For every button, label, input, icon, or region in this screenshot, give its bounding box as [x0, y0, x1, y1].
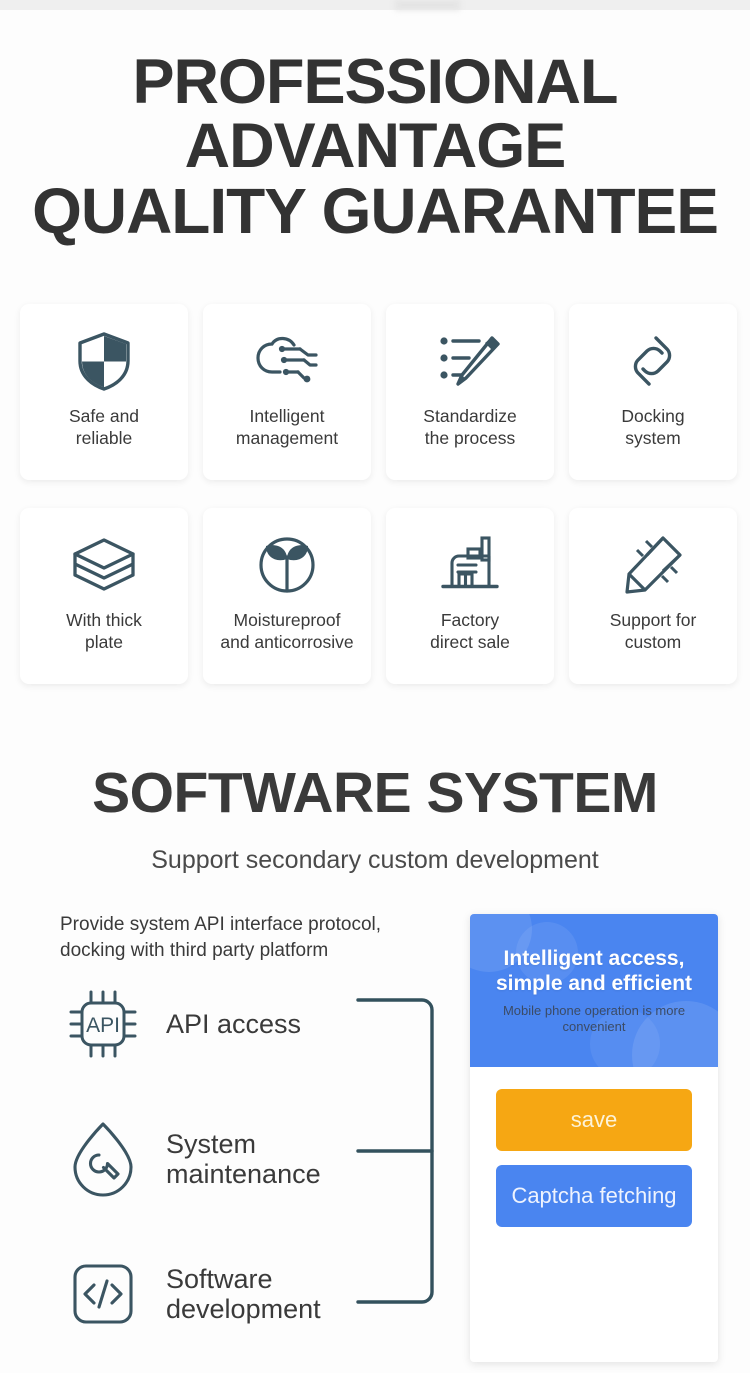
- feature-card-label: Support for custom: [609, 610, 697, 652]
- layers-icon: [72, 534, 136, 596]
- cloud-circuit-icon: [254, 330, 320, 392]
- software-item-list: API API access System maintenance Softwa…: [60, 978, 450, 1340]
- promo-page: PROFESSIONAL ADVANTAGE QUALITY GUARANTEE…: [0, 0, 750, 1373]
- feature-card-label: With thick plate: [66, 610, 142, 652]
- software-system-title: SOFTWARE SYSTEM: [92, 761, 658, 825]
- software-item-software-development[interactable]: Software development: [60, 1248, 450, 1340]
- hero-line-1: PROFESSIONAL: [132, 47, 618, 117]
- save-button[interactable]: save: [496, 1089, 692, 1151]
- banner-subtitle: Mobile phone operation is more convenien…: [502, 1002, 686, 1035]
- feature-card-factory-direct-sale[interactable]: Factory direct sale: [386, 508, 554, 684]
- feature-card-intelligent-management[interactable]: Intelligent management: [203, 304, 371, 480]
- api-description: Provide system API interface protocol, d…: [60, 914, 382, 961]
- software-item-api-access[interactable]: API API access: [60, 978, 450, 1070]
- software-item-label: API access: [166, 1008, 302, 1039]
- software-item-system-maintenance[interactable]: System maintenance: [60, 1113, 450, 1205]
- top-strip-nub: [395, 0, 460, 10]
- shield-icon: [76, 330, 132, 392]
- feature-card-standardize-the-process[interactable]: Standardize the process: [386, 304, 554, 480]
- feature-card-label: Standardize the process: [423, 406, 517, 448]
- feature-card-docking-system[interactable]: Docking system: [569, 304, 737, 480]
- feature-card-label: Docking system: [621, 406, 685, 448]
- feature-card-label: Safe and reliable: [68, 406, 140, 448]
- hero-heading: PROFESSIONAL ADVANTAGE QUALITY GUARANTEE: [0, 50, 750, 244]
- factory-icon: [439, 534, 501, 596]
- hero-line-3: QUALITY GUARANTEE: [32, 174, 719, 247]
- banner-title: Intelligent access, simple and efficient: [495, 946, 693, 995]
- feature-card-support-for-custom[interactable]: Support for custom: [569, 508, 737, 684]
- captcha-fetching-button[interactable]: Captcha fetching: [496, 1165, 692, 1227]
- feature-card-with-thick-plate[interactable]: With thick plate: [20, 508, 188, 684]
- checklist-pencil-icon: [439, 330, 501, 392]
- top-strip: [0, 0, 750, 10]
- phone-banner: Intelligent access, simple and efficient…: [470, 914, 718, 1067]
- feature-card-label: Factory direct sale: [430, 610, 510, 652]
- link-chain-icon: [625, 330, 681, 392]
- software-item-label: Software development: [166, 1263, 321, 1325]
- pen-ruler-icon: [623, 534, 683, 596]
- droplet-wrench-icon: [60, 1116, 146, 1202]
- feature-card-safe-and-reliable[interactable]: Safe and reliable: [20, 304, 188, 480]
- sprout-circle-icon: [257, 534, 317, 596]
- hero-line-2: ADVANTAGE: [184, 111, 567, 182]
- feature-card-label: Intelligent management: [235, 406, 339, 448]
- software-system-subtitle: Support secondary custom development: [151, 846, 599, 874]
- feature-card-label: Moistureproof and anticorrosive: [220, 610, 354, 652]
- phone-mockup: Intelligent access, simple and efficient…: [470, 914, 718, 1362]
- code-brackets-icon: [60, 1251, 146, 1337]
- phone-body: save Captcha fetching: [470, 1067, 718, 1227]
- api-chip-icon: API: [60, 981, 146, 1067]
- software-item-label: System maintenance: [166, 1128, 321, 1190]
- feature-card-grid: Safe and reliable Intelligent management…: [20, 304, 737, 684]
- svg-text:API: API: [86, 1014, 120, 1037]
- feature-card-moistureproof[interactable]: Moistureproof and anticorrosive: [203, 508, 371, 684]
